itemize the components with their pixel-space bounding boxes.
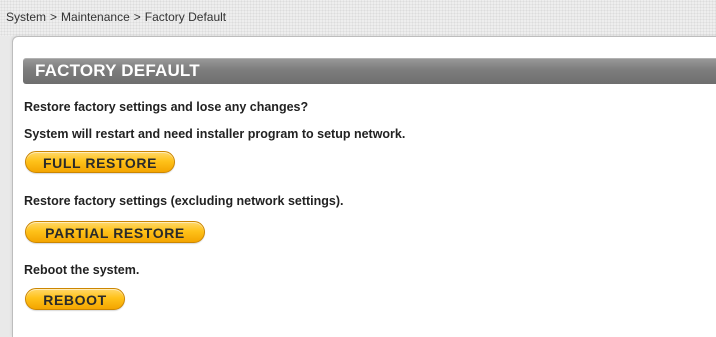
content-panel: FACTORY DEFAULT Restore factory settings…: [12, 36, 716, 337]
restart-note-text: System will restart and need installer p…: [24, 127, 406, 141]
breadcrumb-separator: >: [50, 10, 58, 24]
section-header: FACTORY DEFAULT: [23, 58, 716, 84]
breadcrumb-separator: >: [133, 10, 141, 24]
breadcrumb-item-maintenance[interactable]: Maintenance: [61, 10, 130, 24]
reboot-button[interactable]: REBOOT: [25, 288, 125, 310]
breadcrumb: System > Maintenance > Factory Default: [6, 10, 226, 24]
full-restore-button[interactable]: FULL RESTORE: [25, 151, 175, 173]
breadcrumb-item-factory-default: Factory Default: [144, 10, 227, 24]
top-bar: System > Maintenance > Factory Default: [0, 0, 716, 36]
section-title: FACTORY DEFAULT: [35, 61, 200, 80]
partial-restore-button[interactable]: PARTIAL RESTORE: [25, 221, 205, 243]
partial-note-text: Restore factory settings (excluding netw…: [24, 194, 344, 208]
reboot-note-text: Reboot the system.: [24, 263, 140, 277]
restore-question-text: Restore factory settings and lose any ch…: [24, 100, 309, 114]
breadcrumb-item-system[interactable]: System: [6, 10, 46, 24]
